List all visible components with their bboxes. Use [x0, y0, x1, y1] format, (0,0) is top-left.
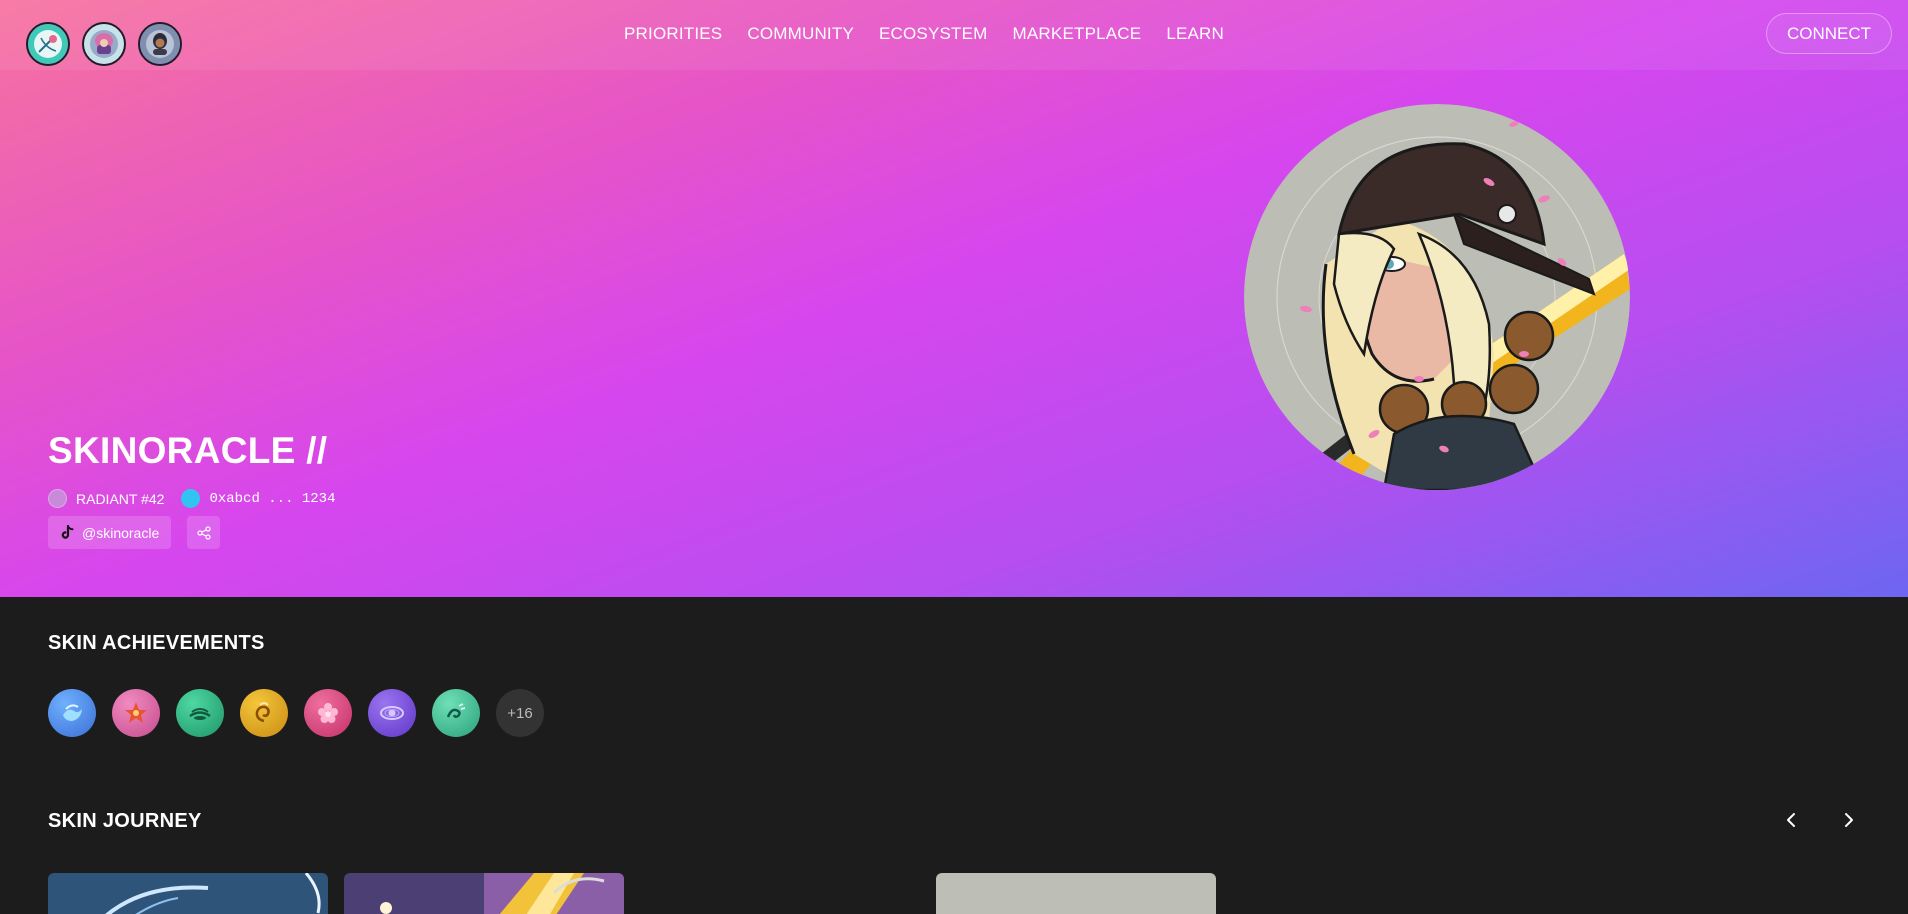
profile-meta: RADIANT #42 0xabcd ... 1234 — [48, 489, 335, 508]
chevron-right-icon — [1845, 813, 1853, 827]
journey-card[interactable] — [48, 873, 328, 914]
more-achievements-badge[interactable]: +16 — [496, 689, 544, 737]
tiktok-icon — [61, 525, 74, 539]
share-icon — [197, 525, 211, 540]
wave-badge-icon[interactable] — [432, 689, 480, 737]
wallet-dot-icon — [181, 489, 201, 508]
wallet-address[interactable]: 0xabcd ... 1234 — [209, 491, 335, 507]
social-links: @skinoracle — [48, 516, 221, 549]
achievements-title: SKIN ACHIEVEMENTS — [48, 632, 265, 654]
share-button[interactable] — [187, 516, 221, 549]
profile-portrait — [1244, 104, 1630, 490]
nav-learn[interactable]: LEARN — [1166, 24, 1224, 44]
journey-card[interactable] — [936, 873, 1216, 914]
lotus-badge-icon[interactable] — [176, 689, 224, 737]
connect-button[interactable]: CONNECT — [1766, 13, 1892, 54]
top-navigation-bar: PRIORITIES COMMUNITY ECOSYSTEM MARKETPLA… — [0, 0, 1908, 70]
eye-badge-icon[interactable] — [368, 689, 416, 737]
achievement-badges: +16 — [48, 689, 544, 737]
flower-badge-icon[interactable] — [304, 689, 352, 737]
journey-title: SKIN JOURNEY — [48, 810, 202, 832]
journey-card[interactable] — [344, 873, 624, 914]
social-handle: @skinoracle — [82, 524, 160, 541]
journey-next-button[interactable] — [1836, 808, 1860, 832]
nav-marketplace[interactable]: MARKETPLACE — [1013, 24, 1142, 44]
star-badge-icon[interactable] — [112, 689, 160, 737]
rank-dot-icon — [48, 489, 67, 508]
tiktok-link[interactable]: @skinoracle — [48, 516, 172, 549]
avatar-pink-hair-icon[interactable] — [82, 22, 126, 66]
profile-hero: PRIORITIES COMMUNITY ECOSYSTEM MARKETPLA… — [0, 0, 1908, 597]
chevron-left-icon — [1787, 813, 1795, 827]
rank-label: RADIANT #42 — [76, 490, 165, 507]
swirl-badge-icon[interactable] — [240, 689, 288, 737]
water-badge-icon[interactable] — [48, 689, 96, 737]
avatar-group — [26, 22, 182, 66]
nav-ecosystem[interactable]: ECOSYSTEM — [879, 24, 988, 44]
nav-priorities[interactable]: PRIORITIES — [624, 24, 722, 44]
main-nav: PRIORITIES COMMUNITY ECOSYSTEM MARKETPLA… — [624, 24, 1224, 44]
journey-prev-button[interactable] — [1780, 808, 1804, 832]
profile-name: SKINORACLE // — [48, 430, 328, 471]
avatar-dark-icon[interactable] — [138, 22, 182, 66]
avatar-archer-icon[interactable] — [26, 22, 70, 66]
nav-community[interactable]: COMMUNITY — [747, 24, 854, 44]
